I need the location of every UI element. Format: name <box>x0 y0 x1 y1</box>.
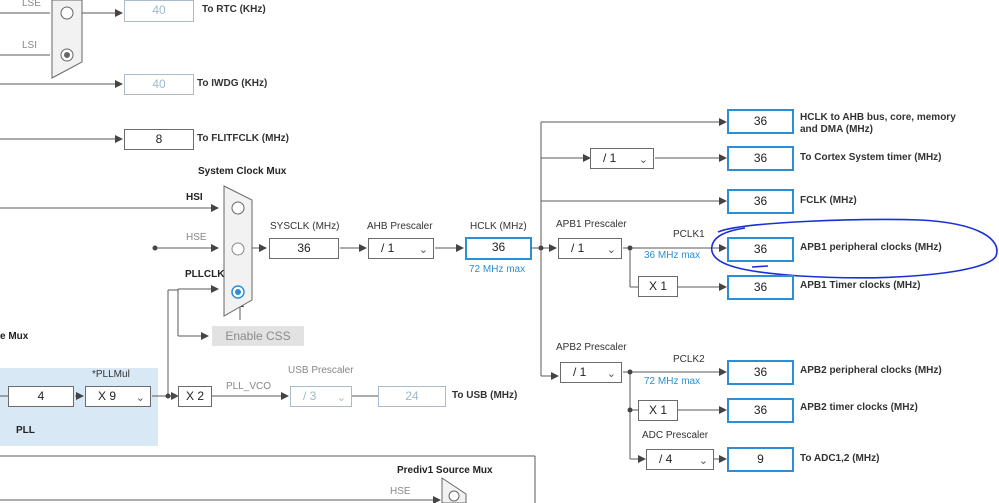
hclk-label: HCLK (MHz) <box>470 221 527 232</box>
prediv1-hse-label: HSE <box>390 486 411 497</box>
adc-output-label: To ADC1,2 (MHz) <box>800 453 880 464</box>
apb1-timer-label: APB1 Timer clocks (MHz) <box>800 280 921 291</box>
pllmul-dropdown[interactable]: X 9 ⌄ <box>85 386 151 407</box>
apb1-prescaler-dropdown[interactable]: / 1 ⌄ <box>558 238 622 259</box>
apb1-timer-value: 36 <box>727 275 794 300</box>
flitf-output-label: To FLITFCLK (MHz) <box>197 133 290 144</box>
hclk-input[interactable]: 36 <box>465 237 532 260</box>
apb2-timer-label: APB2 timer clocks (MHz) <box>800 402 918 413</box>
pll-input-value: 4 <box>8 386 74 407</box>
hclk-ahb-value: 36 <box>727 109 794 134</box>
pllclk-radio[interactable] <box>230 284 246 300</box>
ahb-prescaler-label: AHB Prescaler <box>367 221 433 232</box>
hsi-label: HSI <box>186 192 203 203</box>
apb2-prescaler-dropdown[interactable]: / 1 ⌄ <box>560 362 622 383</box>
apb1-prescaler-label: APB1 Prescaler <box>556 219 627 230</box>
sysclk-value: 36 <box>269 238 339 259</box>
pll-vco-label: PLL_VCO <box>226 381 272 392</box>
chevron-down-icon: ⌄ <box>638 154 648 166</box>
iwdg-output-label: To IWDG (KHz) <box>197 78 268 89</box>
apb2-prescaler-label: APB2 Prescaler <box>556 342 627 353</box>
pclk2-label: PCLK2 <box>673 354 705 365</box>
apb1-multiplier: X 1 <box>638 276 678 297</box>
hclk-ahb-label: HCLK to AHB bus, core, memory and DMA (M… <box>800 112 956 135</box>
chevron-down-icon: ⌄ <box>698 455 708 467</box>
chevron-down-icon: ⌄ <box>606 368 616 380</box>
ahb-prescaler-value: / 1 <box>381 241 395 255</box>
hclk-max: 72 MHz max <box>469 264 526 275</box>
hse-label: HSE <box>186 232 207 243</box>
prediv1-title: Prediv1 Source Mux <box>397 465 493 476</box>
apb1-prescaler-value: / 1 <box>571 241 585 255</box>
fclk-value: 36 <box>727 189 794 214</box>
cortex-prescaler-dropdown[interactable]: / 1 ⌄ <box>590 148 654 169</box>
chevron-down-icon: ⌄ <box>418 244 428 256</box>
chevron-down-icon: ⌄ <box>336 392 346 404</box>
cortex-label: To Cortex System timer (MHz) <box>800 152 942 163</box>
rtc-value: 40 <box>124 0 194 22</box>
adc-prescaler-value: / 4 <box>659 452 673 466</box>
enable-css-button[interactable]: Enable CSS <box>212 326 304 346</box>
usb-value: 24 <box>378 386 446 407</box>
adc-value: 9 <box>727 447 794 472</box>
usb-prescaler-label: USB Prescaler <box>288 365 354 376</box>
adc-prescaler-label: ADC Prescaler <box>642 430 709 441</box>
pllmul-value: X 9 <box>98 389 117 403</box>
lse-radio-icon <box>60 6 74 20</box>
pll-label: PLL <box>16 425 35 436</box>
hsi-radio[interactable] <box>230 200 246 216</box>
fclk-label: FCLK (MHz) <box>800 195 857 206</box>
usb-prescaler-value: / 3 <box>303 389 317 403</box>
system-clock-mux-title: System Clock Mux <box>198 166 287 177</box>
ahb-prescaler-dropdown[interactable]: / 1 ⌄ <box>368 238 434 259</box>
flitf-value: 8 <box>124 129 194 150</box>
pllmul-label: *PLLMul <box>92 369 130 380</box>
apb2-timer-value: 36 <box>727 398 794 423</box>
pllclk-label: PLLCLK <box>185 269 225 280</box>
cortex-prescaler-value: / 1 <box>603 151 617 165</box>
apb2-max: 72 MHz max <box>644 376 701 387</box>
apb2-multiplier: X 1 <box>638 400 678 421</box>
lsi-label: LSI <box>22 40 38 51</box>
adc-prescaler-dropdown[interactable]: / 4 ⌄ <box>646 449 714 470</box>
lse-label: LSE <box>22 0 41 9</box>
apb1-max: 36 MHz max <box>644 250 701 261</box>
sysclk-label: SYSCLK (MHz) <box>270 221 340 232</box>
hse-radio[interactable] <box>230 241 246 257</box>
chevron-down-icon: ⌄ <box>606 244 616 256</box>
iwdg-value: 40 <box>124 74 194 95</box>
usb-prescaler-dropdown[interactable]: / 3 ⌄ <box>290 386 352 407</box>
usb-output-label: To USB (MHz) <box>452 390 518 401</box>
pll-source-mux-label: e Mux <box>0 331 29 342</box>
apb1-periph-value: 36 <box>727 237 794 262</box>
rtc-output-label: To RTC (KHz) <box>202 4 266 15</box>
apb2-periph-label: APB2 peripheral clocks (MHz) <box>800 365 942 376</box>
apb2-prescaler-value: / 1 <box>573 365 587 379</box>
cortex-value: 36 <box>727 146 794 171</box>
apb1-periph-label: APB1 peripheral clocks (MHz) <box>800 242 942 253</box>
pclk1-label: PCLK1 <box>673 229 705 240</box>
x2-multiplier: X 2 <box>178 386 212 407</box>
chevron-down-icon: ⌄ <box>135 392 145 404</box>
apb2-periph-value: 36 <box>727 360 794 385</box>
